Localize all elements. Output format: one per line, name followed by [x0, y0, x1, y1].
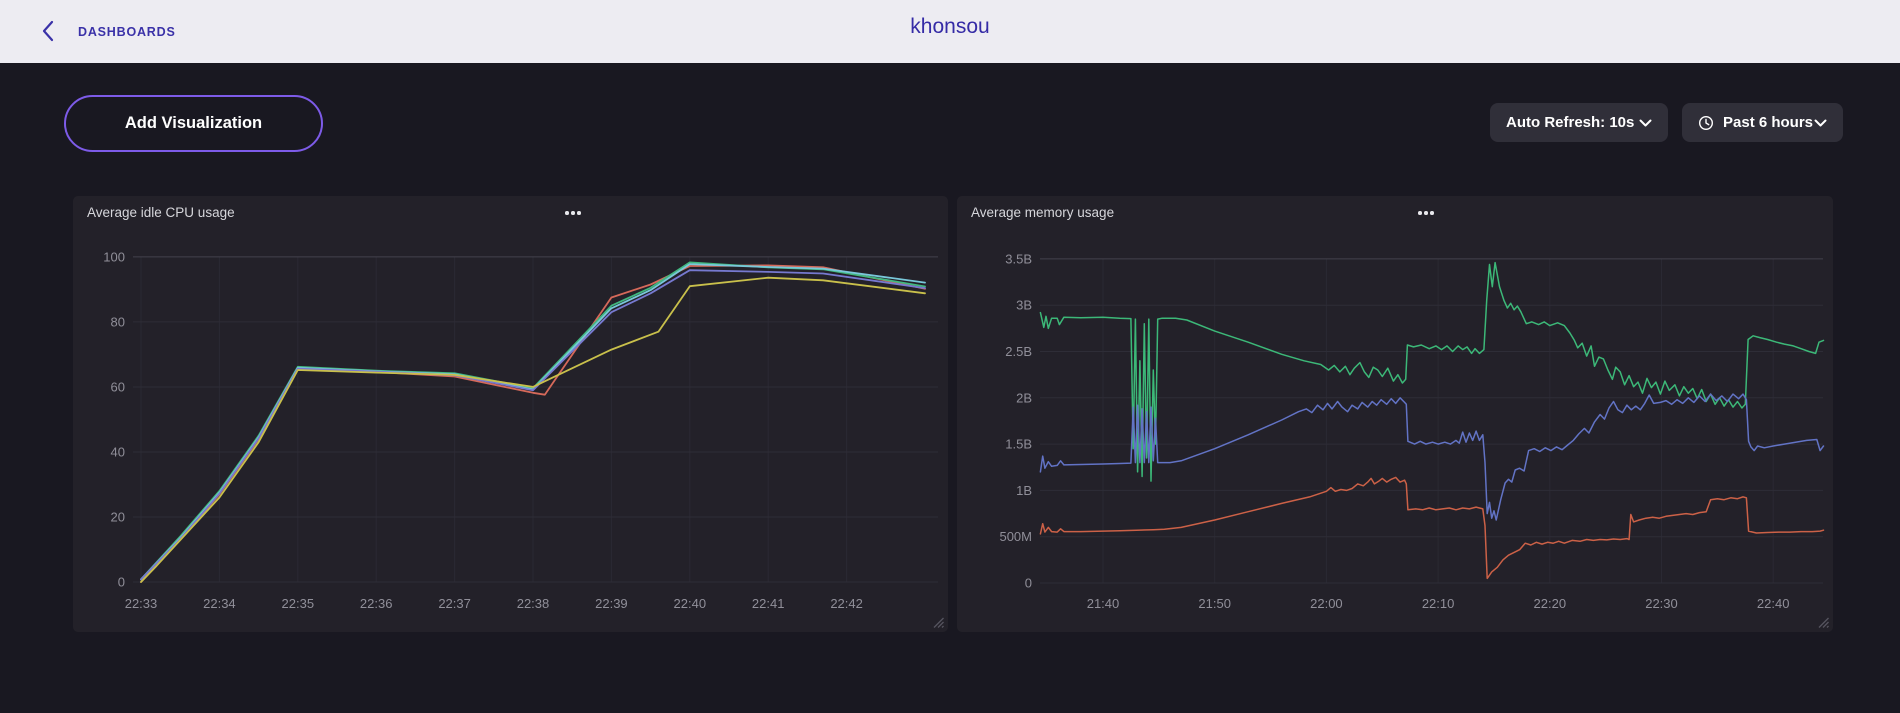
time-range-label: Past 6 hours [1723, 114, 1813, 131]
svg-text:22:10: 22:10 [1422, 596, 1455, 611]
panel-title: Average idle CPU usage [87, 205, 235, 220]
svg-text:500M: 500M [999, 529, 1032, 544]
svg-text:22:20: 22:20 [1534, 596, 1567, 611]
svg-text:80: 80 [111, 314, 125, 329]
svg-text:22:30: 22:30 [1645, 596, 1678, 611]
panel-menu-button[interactable] [1416, 209, 1436, 217]
auto-refresh-label: Auto Refresh: 10s [1506, 114, 1634, 131]
svg-text:22:40: 22:40 [674, 596, 707, 611]
panel-menu-button[interactable] [563, 209, 583, 217]
panel-title: Average memory usage [971, 205, 1114, 220]
svg-text:2B: 2B [1016, 390, 1032, 405]
svg-text:22:34: 22:34 [203, 596, 236, 611]
svg-text:21:50: 21:50 [1198, 596, 1231, 611]
svg-text:1.5B: 1.5B [1005, 437, 1032, 452]
chevron-down-icon [1814, 119, 1827, 127]
memory-chart-canvas[interactable]: 0 500M 1B 1.5B 2B 2.5B 3B 3.5B 21:40 21:50 22:00 22… [957, 196, 1833, 632]
cpu-chart-canvas[interactable]: 0 20 40 60 80 100 22:33 22:34 22:35 22:36 22:37 22:… [73, 196, 948, 632]
svg-text:22:38: 22:38 [517, 596, 550, 611]
top-bar: DASHBOARDS khonsou [0, 0, 1900, 63]
dashboard-app: DASHBOARDS khonsou Add Visualization Aut… [0, 0, 1900, 713]
svg-text:22:37: 22:37 [438, 596, 471, 611]
svg-text:20: 20 [111, 509, 125, 524]
chevron-down-icon [1639, 119, 1652, 127]
ellipsis-icon [565, 211, 569, 215]
auto-refresh-dropdown[interactable]: Auto Refresh: 10s [1490, 103, 1668, 142]
svg-text:3.5B: 3.5B [1005, 251, 1032, 266]
svg-text:40: 40 [111, 444, 125, 459]
svg-text:0: 0 [118, 575, 125, 590]
svg-text:60: 60 [111, 379, 125, 394]
svg-text:22:42: 22:42 [830, 596, 863, 611]
svg-text:22:33: 22:33 [125, 596, 158, 611]
svg-text:1B: 1B [1016, 483, 1032, 498]
resize-handle-icon[interactable] [931, 615, 944, 628]
svg-text:2.5B: 2.5B [1005, 344, 1032, 359]
svg-text:3B: 3B [1016, 298, 1032, 313]
panel-cpu-usage: 0 20 40 60 80 100 22:33 22:34 22:35 22:36 22:37 22:… [73, 196, 948, 632]
resize-handle-icon[interactable] [1816, 615, 1829, 628]
svg-text:22:40: 22:40 [1757, 596, 1790, 611]
add-visualization-button[interactable]: Add Visualization [64, 95, 323, 152]
panel-memory-usage: 0 500M 1B 1.5B 2B 2.5B 3B 3.5B 21:40 21:50 22:00 22… [957, 196, 1833, 632]
svg-text:22:39: 22:39 [595, 596, 628, 611]
page-title: khonsou [0, 15, 1900, 39]
svg-text:22:00: 22:00 [1310, 596, 1343, 611]
svg-text:0: 0 [1025, 576, 1032, 591]
svg-text:22:41: 22:41 [752, 596, 785, 611]
svg-text:100: 100 [103, 249, 125, 264]
clock-icon [1698, 115, 1714, 131]
svg-text:22:36: 22:36 [360, 596, 393, 611]
ellipsis-icon [1418, 211, 1422, 215]
time-range-dropdown[interactable]: Past 6 hours [1682, 103, 1843, 142]
svg-text:22:35: 22:35 [282, 596, 315, 611]
svg-text:21:40: 21:40 [1087, 596, 1120, 611]
